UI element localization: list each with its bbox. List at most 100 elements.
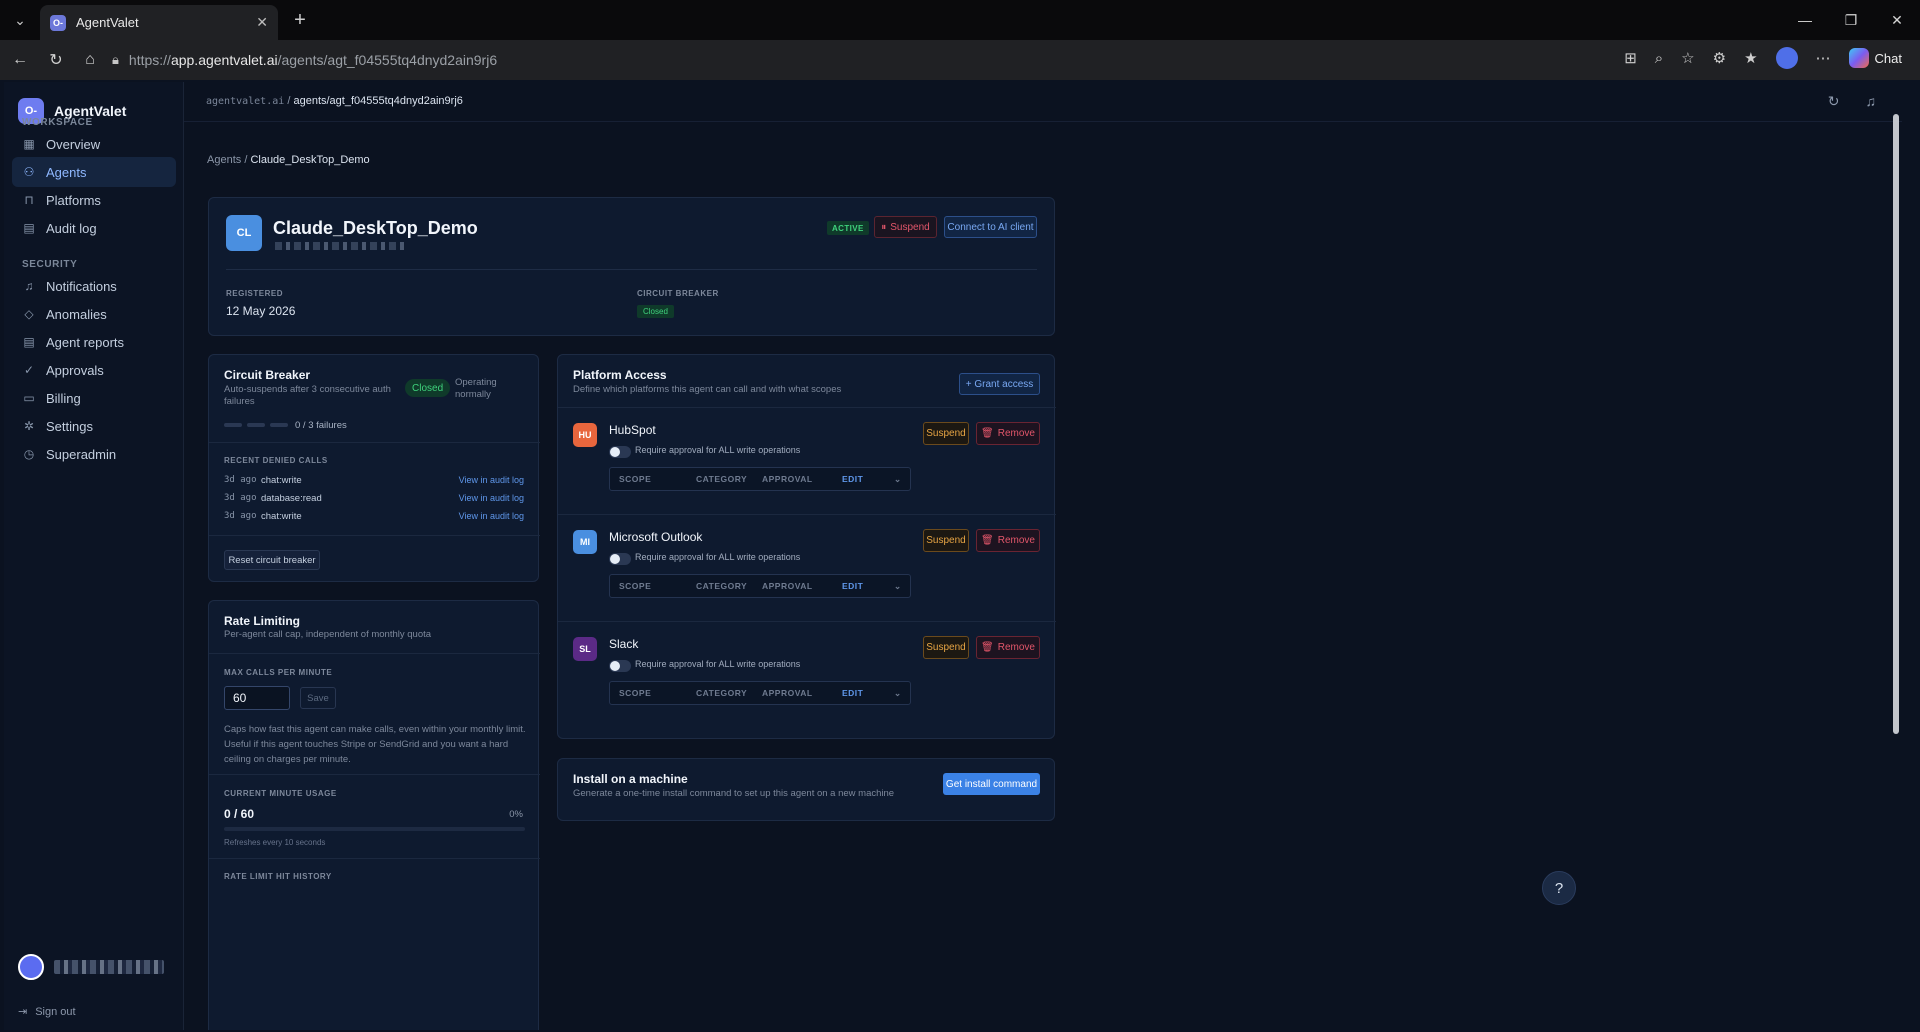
grant-access-button[interactable]: + Grant access: [959, 373, 1040, 395]
require-approval-label: Require approval for ALL write operation…: [635, 659, 801, 669]
reload-icon[interactable]: ↻: [44, 48, 68, 72]
sign-out-link[interactable]: ⇥ Sign out: [18, 1005, 76, 1019]
chevron-down-icon[interactable]: ⌄: [894, 688, 902, 699]
breadcrumb-agents-link[interactable]: Agents: [207, 154, 241, 166]
address-bar-row: ← ↻ ⌂ 🔒︎ https://app.agentvalet.ai/agent…: [0, 40, 1920, 80]
notifications-bell-icon[interactable]: ♫: [1866, 93, 1877, 110]
require-approval-label: Require approval for ALL write operation…: [635, 552, 801, 562]
sidebar-item-audit-log[interactable]: ▤ Audit log: [12, 213, 176, 243]
circuit-breaker-card: Circuit Breaker Auto-suspends after 3 co…: [208, 354, 540, 582]
edit-column[interactable]: EDIT: [842, 474, 863, 484]
view-audit-log-link[interactable]: View in audit log: [459, 493, 524, 503]
back-arrow-icon[interactable]: ←: [8, 48, 32, 72]
rate-limiting-subtitle: Per-agent call cap, independent of month…: [224, 629, 432, 640]
suspend-agent-button[interactable]: ⏸︎ Suspend: [874, 216, 937, 238]
edit-column[interactable]: EDIT: [842, 581, 863, 591]
shield-icon: ◇: [24, 307, 34, 321]
app-available-icon[interactable]: ⊞: [1624, 49, 1637, 67]
more-icon[interactable]: ⋯: [1816, 49, 1831, 67]
sidebar-item-agents[interactable]: ⚇ Agents: [12, 157, 176, 187]
clock-icon: ◷: [23, 447, 35, 461]
scope-table-header[interactable]: SCOPE CATEGORY APPROVAL EDIT ⌄: [609, 574, 911, 598]
view-audit-log-link[interactable]: View in audit log: [459, 475, 524, 485]
remove-platform-button[interactable]: 🗑︎ Remove: [976, 422, 1040, 445]
remove-label: Remove: [997, 642, 1035, 653]
denied-call-row: 3d ago database:read View in audit log: [224, 491, 524, 505]
close-window-button[interactable]: ✕: [1874, 0, 1920, 40]
platform-row-slack: SL Slack Require approval for ALL write …: [558, 621, 1056, 729]
require-approval-toggle[interactable]: [609, 446, 631, 458]
restore-button[interactable]: ❐: [1828, 0, 1874, 40]
edit-column[interactable]: EDIT: [842, 688, 863, 698]
extensions-icon[interactable]: ⚙: [1713, 49, 1726, 67]
save-button[interactable]: Save: [300, 687, 336, 709]
sidebar-item-superadmin[interactable]: ◷ Superadmin: [12, 439, 176, 469]
usage-progress-bar: [224, 827, 525, 831]
get-install-command-button[interactable]: Get install command: [943, 773, 1040, 795]
view-audit-log-link[interactable]: View in audit log: [459, 511, 524, 521]
require-approval-toggle[interactable]: [609, 553, 631, 565]
main-content: Agents / Claude_DeskTop_Demo CL Claude_D…: [184, 122, 1884, 1030]
page-scrollbar[interactable]: [1890, 102, 1902, 932]
url-field[interactable]: 🔒︎ https://app.agentvalet.ai/agents/agt_…: [112, 46, 1592, 74]
agent-name: Claude_DeskTop_Demo: [273, 218, 478, 238]
remove-platform-button[interactable]: 🗑︎ Remove: [976, 529, 1040, 552]
refresh-note: Refreshes every 10 seconds: [224, 838, 326, 847]
scope-table-header[interactable]: SCOPE CATEGORY APPROVAL EDIT ⌄: [609, 681, 911, 705]
window-controls: — ❐ ✕: [1782, 0, 1920, 40]
reset-circuit-breaker-button[interactable]: Reset circuit breaker: [224, 550, 320, 570]
sidebar-item-approvals[interactable]: ✓ Approvals: [12, 355, 176, 385]
favorites-icon[interactable]: ★: [1744, 49, 1757, 67]
sidebar-item-anomalies[interactable]: ◇ Anomalies: [12, 299, 176, 329]
scope-column: SCOPE: [619, 688, 652, 698]
suspend-platform-button[interactable]: Suspend: [923, 529, 969, 552]
topbar-icons: ↻ ♫: [1828, 93, 1876, 110]
chevron-down-icon[interactable]: ⌄: [894, 474, 902, 485]
profile-avatar[interactable]: [1775, 47, 1798, 69]
new-tab-button[interactable]: +: [288, 8, 312, 32]
browser-tab[interactable]: O- AgentValet ✕: [40, 5, 278, 40]
remove-platform-button[interactable]: 🗑︎ Remove: [976, 636, 1040, 659]
redacted-agent-id: [275, 242, 407, 250]
tab-close-icon[interactable]: ✕: [256, 14, 268, 31]
tab-list-chevron-icon[interactable]: ⌄: [8, 8, 32, 32]
suspend-platform-button[interactable]: Suspend: [923, 422, 969, 445]
copilot-icon: [1848, 48, 1869, 68]
zoom-icon[interactable]: ⌕: [1655, 50, 1663, 67]
sidebar-item-notifications[interactable]: ♫ Notifications: [12, 271, 176, 301]
connect-ai-client-button[interactable]: Connect to AI client: [944, 216, 1037, 238]
sidebar-item-settings[interactable]: ✲ Settings: [12, 411, 176, 441]
denied-scope: chat:write: [261, 510, 302, 522]
sidebar-item-platforms[interactable]: ⊓ Platforms: [12, 185, 176, 215]
user-profile[interactable]: [18, 954, 164, 980]
max-calls-input[interactable]: 60: [224, 686, 290, 710]
platform-access-title: Platform Access: [573, 368, 667, 382]
home-icon[interactable]: ⌂: [78, 48, 102, 72]
require-approval-toggle[interactable]: [609, 660, 631, 672]
platform-row-hubspot: HU HubSpot Require approval for ALL writ…: [558, 407, 1056, 515]
topbar: agentvalet.ai / agents/agt_f04555tq4dnyd…: [184, 82, 1902, 122]
sidebar-item-overview[interactable]: ▦ Overview: [12, 129, 176, 159]
sidebar-item-label: Anomalies: [46, 306, 107, 322]
circuit-breaker-title: Circuit Breaker: [224, 368, 311, 382]
copilot-chat-button[interactable]: Chat: [1848, 48, 1902, 68]
scrollbar-thumb[interactable]: [1893, 114, 1899, 734]
browser-toolbar-icons: ⊞ ⌕ ☆ ⚙ ★ ⋯ Chat: [1624, 47, 1902, 69]
suspend-platform-button[interactable]: Suspend: [923, 636, 969, 659]
favorite-star-icon[interactable]: ☆: [1681, 49, 1694, 67]
sidebar-item-label: Overview: [46, 136, 101, 152]
sidebar-item-billing[interactable]: ▭ Billing: [12, 383, 176, 413]
avatar: [18, 954, 44, 980]
platform-name: HubSpot: [609, 423, 656, 437]
breadcrumb-separator: /: [287, 95, 291, 107]
scope-table-header[interactable]: SCOPE CATEGORY APPROVAL EDIT ⌄: [609, 467, 911, 491]
chevron-down-icon[interactable]: ⌄: [894, 581, 902, 592]
minimize-button[interactable]: —: [1782, 0, 1828, 40]
breadcrumb-root[interactable]: agentvalet.ai: [206, 96, 284, 107]
max-calls-label: MAX CALLS PER MINUTE: [224, 668, 333, 677]
refresh-icon[interactable]: ↻: [1828, 93, 1840, 110]
denied-time: 3d ago: [224, 493, 257, 503]
sidebar-item-agent-reports[interactable]: ▤ Agent reports: [12, 327, 176, 357]
help-button[interactable]: ?: [1542, 871, 1576, 905]
redacted-user-name: [54, 960, 164, 974]
